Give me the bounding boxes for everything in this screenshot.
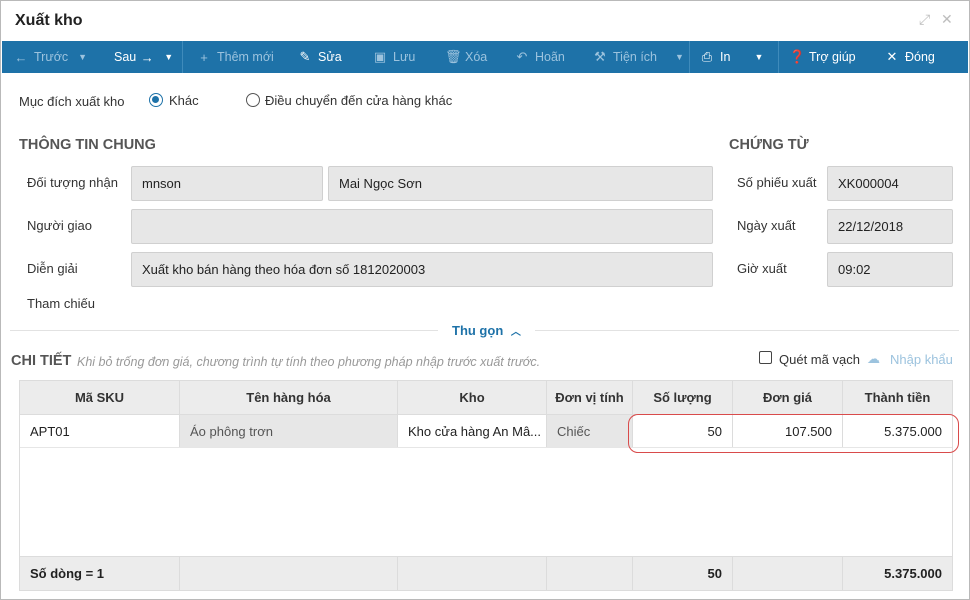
detail-grid: Mã SKU Tên hàng hóa Kho Đơn vị tính Số l… bbox=[19, 380, 953, 591]
cell-name: Áo phông trơn bbox=[180, 415, 398, 447]
recipient-label: Đối tượng nhận bbox=[27, 175, 118, 190]
plus-icon: + bbox=[200, 49, 208, 65]
footer-empty bbox=[733, 557, 843, 590]
undo-label: Hoãn bbox=[535, 50, 565, 64]
help-button[interactable]: ❓ Trợ giúp bbox=[779, 41, 873, 73]
edit-label: Sửa bbox=[318, 50, 342, 64]
printer-icon: ⎙ bbox=[701, 49, 713, 64]
pencil-icon: ✎ bbox=[299, 49, 311, 64]
voucher-section-title: CHỨNG TỪ bbox=[729, 137, 809, 153]
edit-button[interactable]: ✎ Sửa bbox=[286, 41, 361, 73]
cell-warehouse[interactable]: Kho cửa hàng An Mâ... bbox=[398, 415, 547, 447]
close-icon[interactable]: ✕ bbox=[941, 11, 953, 28]
col-name[interactable]: Tên hàng hóa bbox=[180, 381, 398, 414]
chevron-down-icon: ▼ bbox=[164, 52, 174, 62]
print-label: In bbox=[720, 50, 731, 64]
next-button[interactable]: Sau → ▼ bbox=[98, 41, 182, 73]
footer-empty bbox=[547, 557, 633, 590]
col-amount[interactable]: Thành tiền bbox=[843, 381, 952, 414]
voucher-time-label: Giờ xuất bbox=[737, 261, 787, 276]
tools-icon: ⚒ bbox=[594, 49, 606, 64]
prev-label: Trước bbox=[34, 50, 69, 64]
purpose-label: Mục đích xuất kho bbox=[19, 94, 125, 109]
grid-footer: Số dòng = 1 50 5.375.000 bbox=[20, 556, 952, 590]
toolbar: ← Trước ▼ Sau → ▼ + Thêm mới ✎ Sửa ▣ Lưu… bbox=[2, 41, 968, 73]
detail-section-title: CHI TIẾT bbox=[11, 353, 72, 369]
grid-header: Mã SKU Tên hàng hóa Kho Đơn vị tính Số l… bbox=[20, 381, 952, 415]
col-warehouse[interactable]: Kho bbox=[398, 381, 547, 414]
title-bar: Xuất kho ⤢ ✕ bbox=[1, 1, 969, 41]
save-button[interactable]: ▣ Lưu bbox=[361, 41, 433, 73]
collapse-toggle[interactable]: Thu gọn ︿ bbox=[438, 323, 535, 338]
deliverer-field[interactable] bbox=[131, 209, 713, 244]
export-window: Xuất kho ⤢ ✕ ← Trước ▼ Sau → ▼ + Thêm mớ… bbox=[0, 0, 970, 600]
radio-other-label[interactable]: Khác bbox=[169, 93, 199, 108]
footer-empty bbox=[180, 557, 398, 590]
chevron-up-icon: ︿ bbox=[510, 327, 521, 338]
undo-icon: ↶ bbox=[516, 49, 528, 64]
save-icon: ▣ bbox=[373, 49, 387, 64]
utility-button[interactable]: ⚒ Tiện ích ▼ bbox=[581, 41, 689, 73]
description-label: Diễn giải bbox=[27, 261, 78, 276]
delete-button[interactable]: 🗑 Xóa bbox=[433, 41, 503, 73]
undo-button[interactable]: ↶ Hoãn bbox=[503, 41, 581, 73]
voucher-number-field[interactable]: XK000004 bbox=[827, 166, 953, 201]
col-unit[interactable]: Đơn vị tính bbox=[547, 381, 633, 414]
help-label: Trợ giúp bbox=[809, 50, 856, 64]
voucher-number-label: Số phiếu xuất bbox=[737, 175, 817, 190]
utility-label: Tiện ích bbox=[613, 50, 658, 64]
radio-transfer[interactable] bbox=[246, 93, 260, 107]
col-sku[interactable]: Mã SKU bbox=[20, 381, 180, 414]
close-icon: ✕ bbox=[886, 49, 898, 64]
voucher-time-field[interactable]: 09:02 bbox=[827, 252, 953, 287]
voucher-date-field[interactable]: 22/12/2018 bbox=[827, 209, 953, 244]
cell-unit: Chiếc bbox=[547, 415, 633, 447]
help-icon: ❓ bbox=[789, 49, 806, 64]
next-label: Sau bbox=[114, 50, 137, 64]
barcode-checkbox[interactable] bbox=[759, 351, 772, 364]
detail-hint: Khi bỏ trống đơn giá, chương trình tự tí… bbox=[77, 355, 541, 369]
chevron-down-icon: ▼ bbox=[675, 52, 684, 62]
chevron-down-icon: ▼ bbox=[754, 52, 764, 62]
description-field[interactable]: Xuất kho bán hàng theo hóa đơn số 181202… bbox=[131, 252, 713, 287]
radio-other[interactable] bbox=[149, 93, 163, 107]
highlight-annotation bbox=[628, 414, 959, 453]
col-price[interactable]: Đơn giá bbox=[733, 381, 843, 414]
general-section-title: THÔNG TIN CHUNG bbox=[19, 137, 156, 153]
print-button[interactable]: ⎙ In ▼ bbox=[690, 41, 778, 73]
reference-label: Tham chiếu bbox=[27, 296, 95, 311]
cloud-upload-icon: ☁ bbox=[867, 351, 880, 366]
add-button[interactable]: + Thêm mới bbox=[183, 41, 286, 73]
prev-button[interactable]: ← Trước ▼ bbox=[2, 41, 98, 73]
arrow-left-icon: ← bbox=[14, 49, 28, 65]
import-button[interactable]: Nhập khẩu bbox=[890, 352, 953, 367]
footer-amount-total: 5.375.000 bbox=[884, 566, 942, 581]
trash-icon: 🗑 bbox=[445, 49, 462, 64]
recipient-name-field[interactable]: Mai Ngọc Sơn bbox=[328, 166, 713, 201]
radio-transfer-label[interactable]: Điều chuyển đến cửa hàng khác bbox=[265, 93, 452, 108]
arrow-right-icon: → bbox=[140, 49, 154, 65]
footer-qty-total: 50 bbox=[633, 557, 733, 590]
barcode-label[interactable]: Quét mã vạch bbox=[779, 352, 860, 367]
close-button[interactable]: ✕ Đóng bbox=[873, 41, 943, 73]
footer-row-count: Số dòng = 1 bbox=[20, 557, 180, 590]
collapse-label: Thu gọn bbox=[452, 323, 504, 338]
close-label: Đóng bbox=[905, 50, 935, 64]
expand-icon[interactable]: ⤢ bbox=[919, 11, 930, 28]
voucher-date-label: Ngày xuất bbox=[737, 218, 796, 233]
col-qty[interactable]: Số lượng bbox=[633, 381, 733, 414]
window-title: Xuất kho bbox=[15, 12, 83, 29]
chevron-down-icon: ▼ bbox=[78, 52, 88, 62]
recipient-code-field[interactable]: mnson bbox=[131, 166, 323, 201]
footer-empty bbox=[398, 557, 547, 590]
deliverer-label: Người giao bbox=[27, 218, 92, 233]
delete-label: Xóa bbox=[465, 50, 488, 64]
add-label: Thêm mới bbox=[217, 50, 274, 64]
cell-sku[interactable]: APT01 bbox=[20, 415, 180, 447]
save-label: Lưu bbox=[393, 50, 416, 64]
